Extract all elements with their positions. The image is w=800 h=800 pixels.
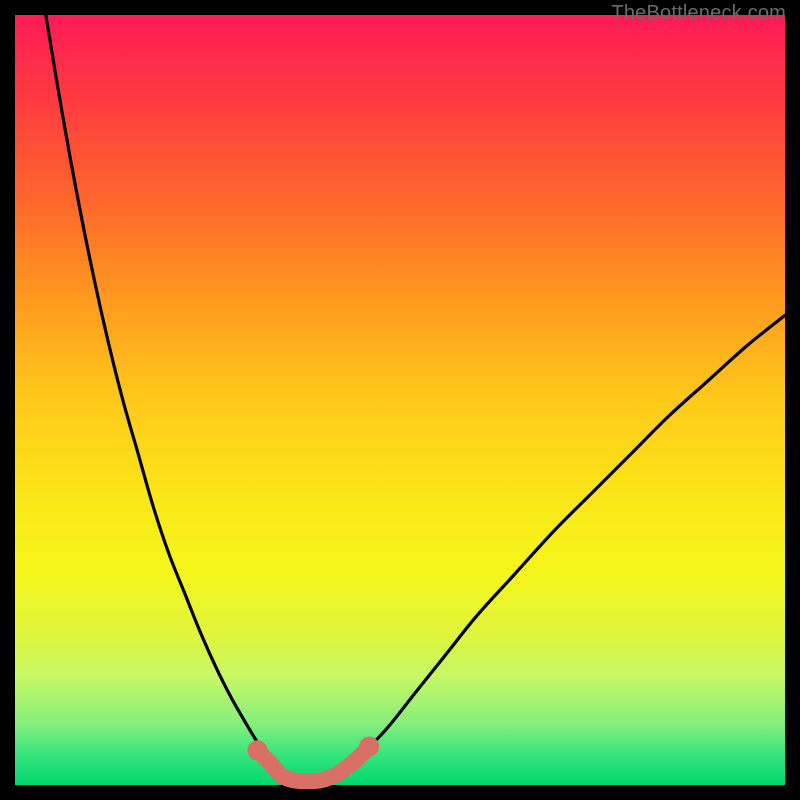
highlight-stroke bbox=[258, 747, 370, 782]
highlight-end-dot-0 bbox=[248, 740, 268, 760]
chart-curves bbox=[46, 15, 785, 781]
highlight-end-dot-1 bbox=[359, 737, 379, 757]
curve-curve-right bbox=[354, 315, 785, 762]
watermark-text: TheBottleneck.com bbox=[611, 2, 786, 25]
chart-plot-area bbox=[15, 15, 785, 785]
chart-highlight bbox=[248, 737, 380, 782]
curve-curve-left bbox=[46, 15, 269, 762]
chart-frame: TheBottleneck.com bbox=[0, 0, 800, 800]
chart-svg bbox=[15, 15, 785, 785]
